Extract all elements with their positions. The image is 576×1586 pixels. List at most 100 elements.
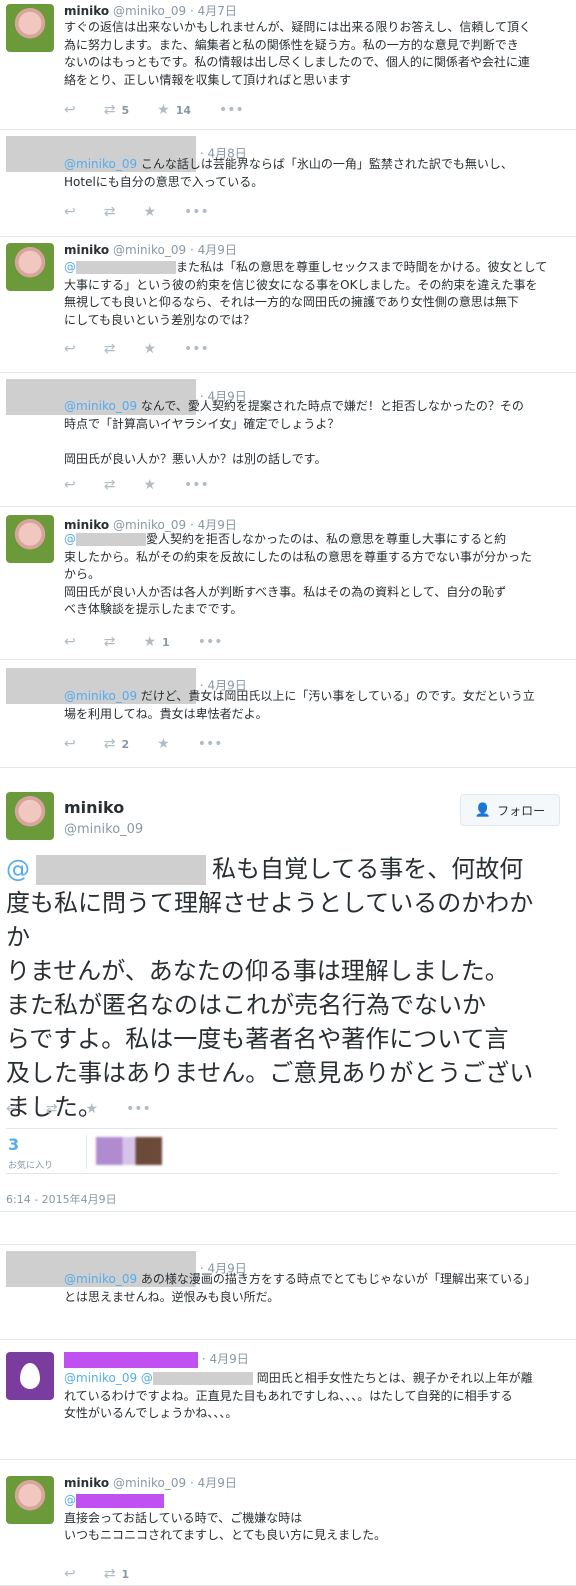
follow-label: フォロー [497,803,546,818]
text-line: いつもニコニコされてますし、とても良い方に見えました。 [64,1528,387,1542]
favorites-count[interactable]: 3 [8,1135,19,1154]
tweet-actions: ↩ ⇄ 2 ★ ••• [64,736,250,752]
favorite-button[interactable]: ★ 14 [157,102,191,118]
mention-link[interactable]: @miniko_09 [64,399,137,413]
retweet-button[interactable]: ⇄ [104,341,116,357]
redacted-mention [76,533,146,546]
text-line: @miniko_09 だけど、貴女は岡田氏以上に「汚い事をしている」のです。女だ… [64,688,564,706]
retweet-button[interactable]: ⇄ [104,204,116,220]
tweet: · 4月8日 @miniko_09 こんな話しは芸能界ならば「氷山の一角」監禁さ… [0,130,576,237]
date[interactable]: 4月7日 [198,4,237,18]
timestamp[interactable]: 6:14 - 2015年4月9日 [6,1191,117,1207]
mention-link[interactable]: @ [64,260,76,274]
text-line: 為に努力します。また、編集者と私の関係性を疑う方。私の一方的な意見で判断でき [64,37,519,52]
egg-icon [20,1363,40,1389]
more-icon: ••• [126,1101,151,1117]
retweet-button[interactable]: ⇄ [104,634,116,650]
mention-link[interactable]: @ [64,532,76,546]
tweet-header: miniko @miniko_09 · 4月9日 [64,243,237,257]
star-icon: ★ [157,736,170,752]
more-button[interactable]: ••• [184,341,209,357]
tweet-actions: ↩ ⇄ ★ ••• [64,477,237,493]
display-name[interactable]: miniko [64,1476,109,1490]
more-icon: ••• [184,341,209,357]
reply-button[interactable]: ↩ [64,634,76,650]
reply-button[interactable]: ↩ [64,736,76,752]
avatar[interactable] [6,792,54,840]
mention-link[interactable]: @miniko_09 @ [64,1371,153,1385]
text-line: 絡をとり、正しい情報を収集して頂ければと思います [64,72,352,87]
retweet-button[interactable]: ⇄ 2 [104,736,129,752]
handle[interactable]: @miniko_09 [113,243,186,257]
avatar[interactable] [6,4,54,52]
reply-button[interactable]: ↩ [64,477,76,493]
tweet-actions: ↩ ⇄ 5 ★ 14 ••• [64,102,272,118]
favorited-by-avatars[interactable] [96,1137,162,1165]
favorites-label: お気に入り [8,1161,54,1171]
handle[interactable]: @miniko_09 [113,1476,186,1490]
tweet-text: @miniko_09 こんな話しは芸能界ならば「氷山の一角」監禁された訳でも無い… [64,156,564,191]
text-span: 私も自覚してる事を、何故何 [212,855,524,883]
egg-avatar[interactable] [6,1352,54,1400]
handle[interactable]: @miniko_09 [113,518,186,532]
reply-button[interactable]: ↩ [64,1566,76,1582]
handle[interactable]: @miniko_09 [113,4,186,18]
favorite-button[interactable]: ★ [143,341,156,357]
favorite-button[interactable]: ★ [143,204,156,220]
mention-link[interactable]: @miniko_09 [64,1272,137,1286]
reply-button[interactable]: ↩ [64,204,76,220]
more-button[interactable]: ••• [219,102,244,118]
text-line: から。 [64,567,101,581]
retweet-icon: ⇄ [103,204,116,220]
reply-button[interactable]: ↩ [64,341,76,357]
text-line: りませんが、あなたの仰る事は理解しました。 [6,957,509,985]
display-name[interactable]: miniko [64,798,124,817]
retweet-button[interactable]: ⇄ [104,477,116,493]
retweet-icon: ⇄ [103,634,116,650]
retweet-button[interactable]: ⇄ 1 [104,1566,129,1582]
star-icon: ★ [85,1101,99,1117]
retweet-count: 2 [121,737,130,751]
retweet-button[interactable]: ⇄ [46,1101,58,1117]
date[interactable]: 4月9日 [198,1476,237,1490]
favorite-button[interactable]: ★ [157,736,170,752]
retweet-icon: ⇄ [103,1566,116,1582]
avatar[interactable] [6,243,54,291]
favorite-button[interactable]: ★ [143,477,156,493]
favorite-count: 1 [162,635,170,649]
retweet-button[interactable]: ⇄ 5 [104,102,129,118]
mention-link[interactable]: @miniko_09 [64,157,137,171]
star-icon: ★ [143,204,157,220]
tweet: miniko @miniko_09 · 4月9日 @ また私は「私の意思を尊重しセ… [0,237,576,373]
reply-button[interactable]: ↩ [6,1101,18,1117]
display-name[interactable]: miniko [64,4,109,18]
more-button[interactable]: ••• [126,1101,151,1117]
tweet-header: · 4月9日 [64,1350,249,1368]
handle[interactable]: @miniko_09 [64,822,143,837]
retweet-icon: ⇄ [45,1101,58,1117]
date[interactable]: 4月9日 [198,243,237,257]
date[interactable]: 4月9日 [198,518,237,532]
favorite-button[interactable]: ★ 1 [143,634,169,650]
follow-button[interactable]: 👤 フォロー [460,794,560,826]
date[interactable]: 4月9日 [209,1352,248,1366]
more-button[interactable]: ••• [184,204,209,220]
tweet-text: @miniko_09 あの様な漫画の描き方をする時点でとてもじゃないが「理解出来… [64,1271,564,1306]
mention-link[interactable]: @ [6,855,30,883]
tweet: · 4月9日 @miniko_09 だけど、貴女は岡田氏以上に「汚い事をしている… [0,660,576,768]
more-icon: ••• [184,204,209,220]
reply-button[interactable]: ↩ [64,102,76,118]
text-span: 岡田氏と相手女性たちとは、親子かそれ以上年が離 [252,1371,533,1385]
avatar[interactable] [6,1476,54,1524]
avatar[interactable] [6,515,54,563]
text-line: 岡田氏が良い人か？悪い人か？は別の話しです。 [64,451,327,466]
mention-link[interactable]: @ [64,1493,76,1507]
tweet-text: @ 愛人契約を拒否しなかったのは、私の意思を尊重し大事にすると約 束したから。私が… [64,531,564,619]
more-button[interactable]: ••• [184,477,209,493]
display-name[interactable]: miniko [64,243,109,257]
favorite-button[interactable]: ★ [85,1101,98,1117]
more-button[interactable]: ••• [198,736,223,752]
mention-link[interactable]: @miniko_09 [64,689,137,703]
more-button[interactable]: ••• [198,634,223,650]
display-name[interactable]: miniko [64,518,109,532]
